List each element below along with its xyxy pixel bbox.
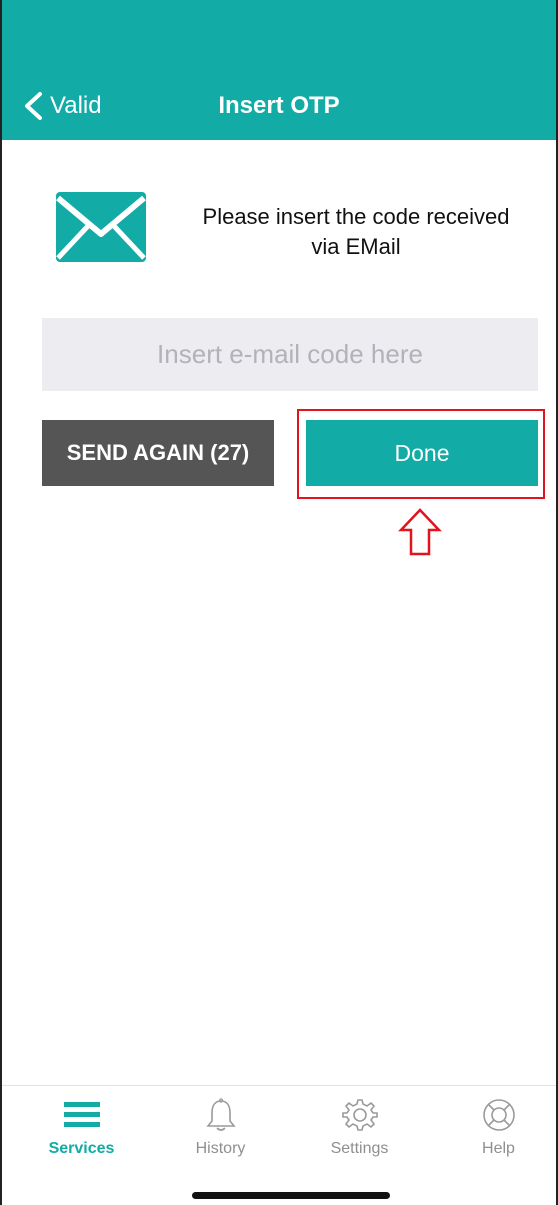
page-title: Insert OTP [218, 92, 340, 119]
instruction-line-1: Please insert the code received [202, 204, 510, 229]
app-screen: Valid Insert OTP Please insert the code … [0, 0, 558, 1205]
tab-help[interactable]: Help [429, 1086, 556, 1176]
send-again-button[interactable]: SEND AGAIN (27) [42, 420, 274, 486]
envelope-icon [56, 192, 146, 262]
home-indicator [192, 1192, 390, 1199]
bell-icon [205, 1098, 236, 1131]
instruction-text: Please insert the code received via EMai… [172, 202, 540, 262]
gear-icon [341, 1099, 378, 1131]
instruction-row: Please insert the code received via EMai… [2, 188, 556, 268]
nav-header: Valid Insert OTP [2, 0, 556, 140]
done-button[interactable]: Done [306, 420, 538, 486]
email-code-input[interactable] [42, 318, 538, 391]
instruction-line-2: via EMail [311, 234, 401, 259]
tab-services[interactable]: Services [12, 1086, 151, 1176]
tab-bar: Services History Settings Help [2, 1085, 556, 1205]
tab-label: Services [48, 1140, 115, 1157]
tab-label: Help [482, 1140, 515, 1157]
menu-icon [63, 1102, 100, 1127]
tab-label: History [195, 1140, 246, 1157]
tab-label: Settings [330, 1140, 389, 1157]
lifebuoy-icon [482, 1099, 515, 1131]
tab-history[interactable]: History [151, 1086, 290, 1176]
arrow-up-icon [398, 508, 442, 556]
tab-settings[interactable]: Settings [290, 1086, 429, 1176]
